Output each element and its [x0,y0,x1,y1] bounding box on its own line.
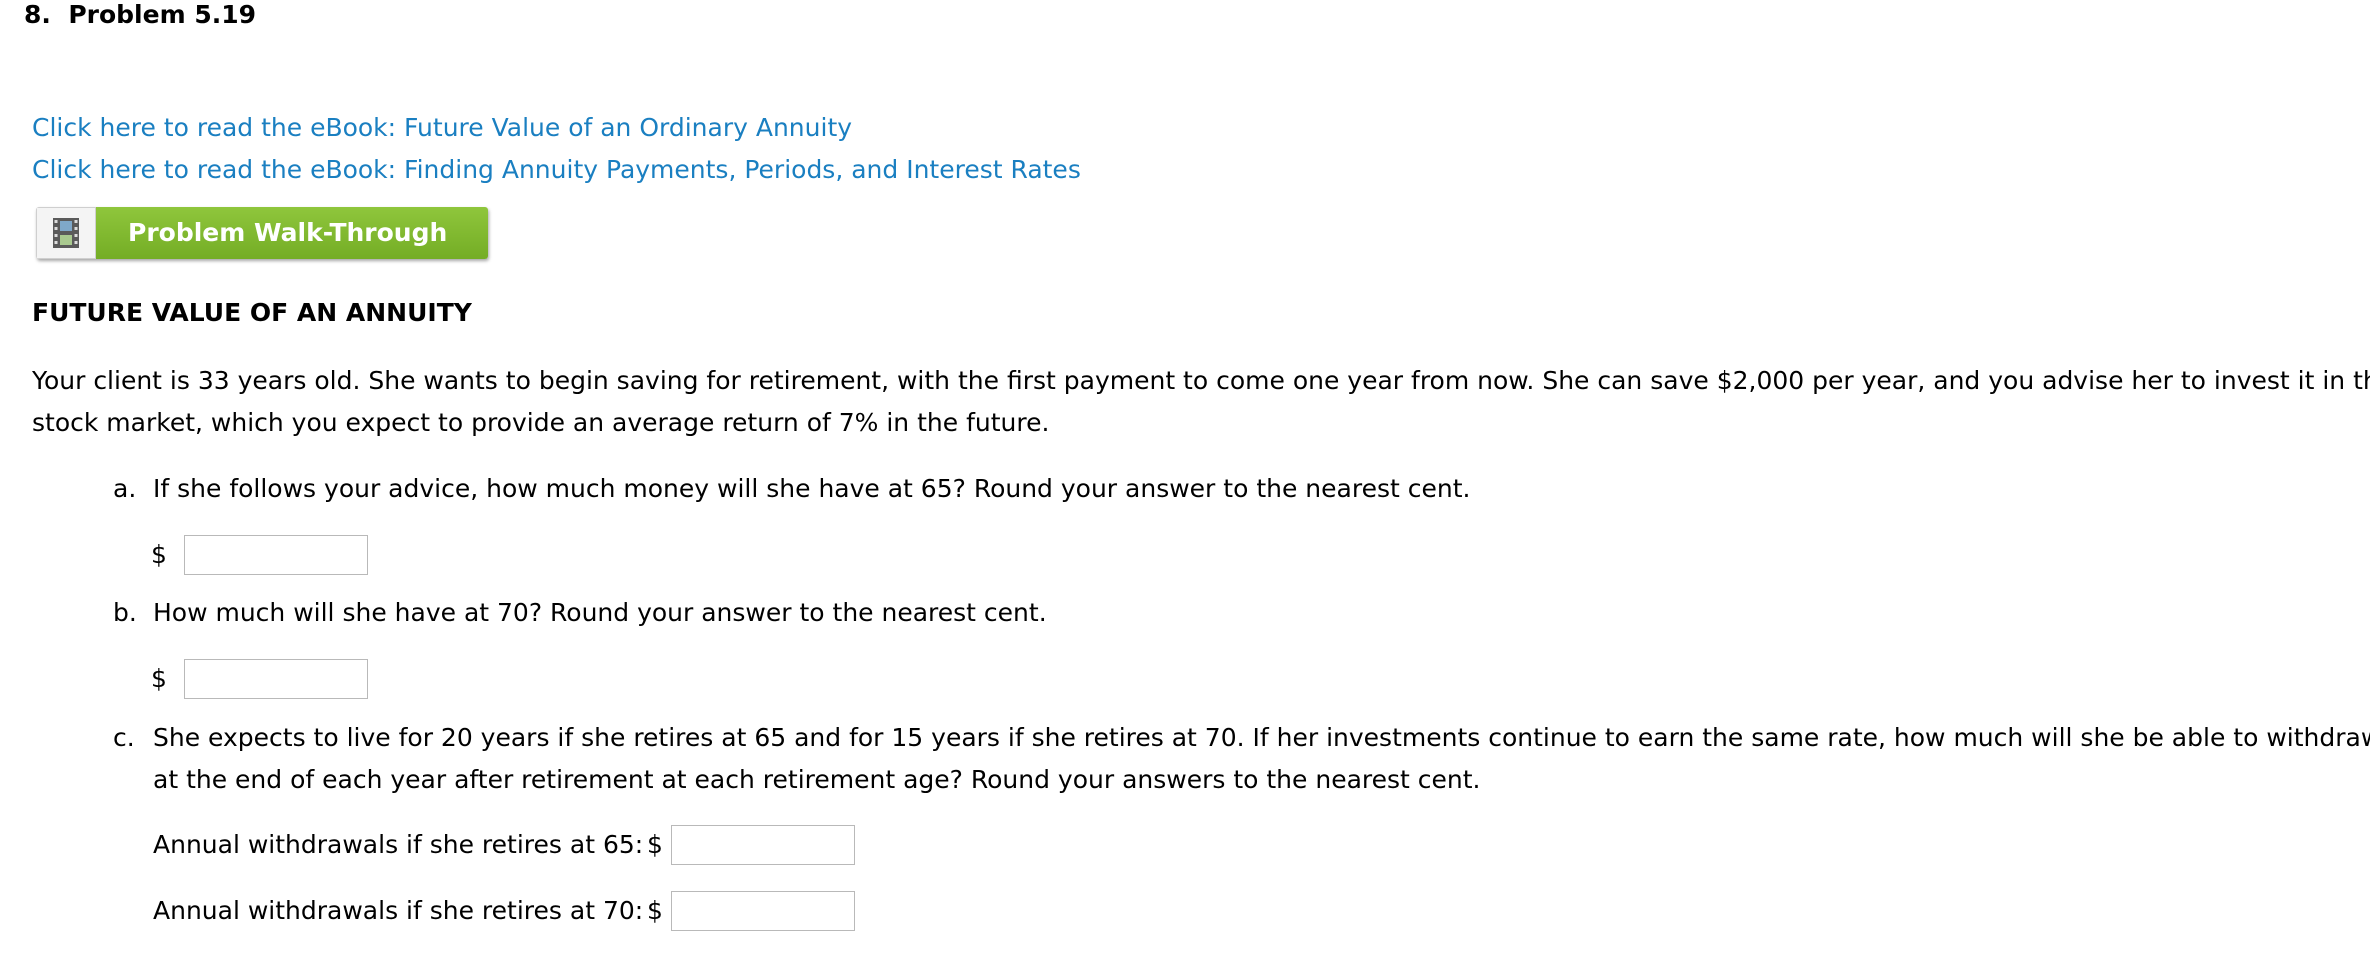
withdraw-70-label: Annual withdrawals if she retires at 70: [153,896,644,925]
question-b-dollar-sign: $ [151,664,167,693]
answer-b-input[interactable] [184,659,368,699]
withdraw-65-dollar-sign: $ [647,830,663,859]
withdraw-65-input[interactable] [671,825,855,865]
withdraw-70-dollar-sign: $ [647,896,663,925]
section-heading: FUTURE VALUE OF AN ANNUITY [32,298,472,327]
film-icon [36,207,96,259]
answer-a-input[interactable] [184,535,368,575]
ebook-link-annuity-payments[interactable]: Click here to read the eBook: Finding An… [32,153,1081,187]
question-a-dollar-sign: $ [151,540,167,569]
question-c-marker: c. [113,723,135,752]
problem-title: 8. Problem 5.19 [24,0,256,30]
problem-name: Problem 5.19 [68,0,257,29]
intro-text-line2: stock market, which you expect to provid… [32,408,1050,437]
withdraw-65-label: Annual withdrawals if she retires at 65: [153,830,644,859]
question-b-marker: b. [113,598,137,627]
problem-walkthrough-button[interactable]: Problem Walk-Through [36,207,488,259]
intro-text-line1: Your client is 33 years old. She wants t… [32,366,2370,395]
question-c-text-line1: She expects to live for 20 years if she … [153,723,2370,752]
ebook-link-future-value[interactable]: Click here to read the eBook: Future Val… [32,111,852,145]
question-a-text: If she follows your advice, how much mon… [153,474,1471,503]
problem-number: 8. [24,0,51,29]
withdraw-70-input[interactable] [671,891,855,931]
walkthrough-label: Problem Walk-Through [96,207,488,259]
question-a-marker: a. [113,474,137,503]
question-c-text-line2: at the end of each year after retirement… [153,765,1481,794]
question-b-text: How much will she have at 70? Round your… [153,598,1047,627]
